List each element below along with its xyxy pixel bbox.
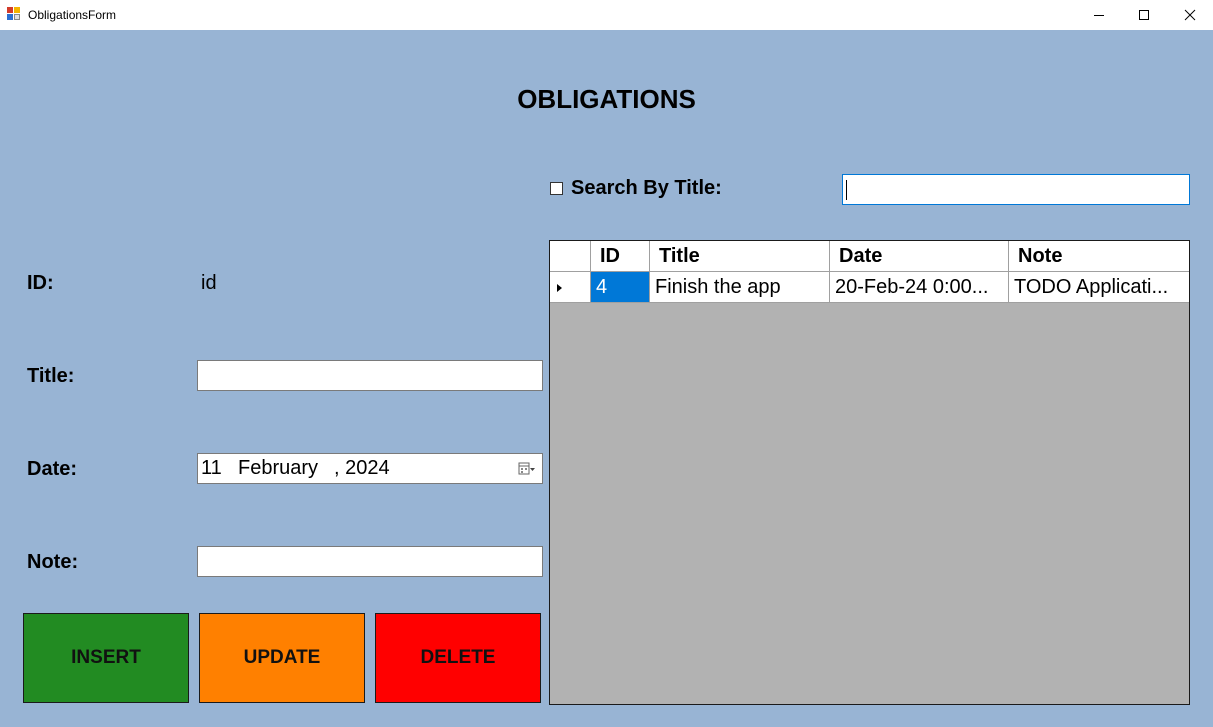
grid-header-row: ID Title Date Note: [550, 241, 1189, 272]
cell-date[interactable]: 20-Feb-24 0:00...: [830, 272, 1009, 303]
date-day[interactable]: 11: [201, 457, 222, 480]
table-row[interactable]: 4 Finish the app 20-Feb-24 0:00... TODO …: [550, 272, 1189, 303]
note-input[interactable]: [197, 546, 543, 577]
column-header-date[interactable]: Date: [830, 241, 1009, 272]
id-label: ID:: [27, 272, 54, 294]
app-icon: [7, 7, 21, 21]
cell-note[interactable]: TODO Applicati...: [1009, 272, 1189, 303]
page-title: OBLIGATIONS: [517, 84, 696, 114]
column-header-note[interactable]: Note: [1009, 241, 1189, 272]
search-by-title-checkbox[interactable]: [550, 182, 563, 195]
window-title: ObligationsForm: [28, 8, 117, 22]
note-label: Note:: [27, 551, 79, 573]
cell-id[interactable]: 4: [591, 272, 650, 303]
date-month[interactable]: February: [238, 457, 318, 480]
minimize-button[interactable]: [1076, 0, 1122, 30]
obligations-grid[interactable]: ID Title Date Note 4 Finish the app 20-F…: [549, 240, 1190, 705]
title-input[interactable]: [197, 360, 543, 391]
id-value: id: [201, 272, 217, 294]
row-header-corner[interactable]: [550, 241, 591, 272]
text-caret: [846, 180, 847, 200]
search-by-title-label: Search By Title:: [571, 177, 722, 199]
maximize-button[interactable]: [1121, 0, 1167, 30]
search-input[interactable]: [842, 174, 1190, 205]
current-row-arrow-icon: [557, 284, 562, 292]
cell-title[interactable]: Finish the app: [650, 272, 830, 303]
update-button[interactable]: UPDATE: [199, 613, 365, 703]
close-icon: [1184, 9, 1196, 21]
date-year[interactable]: , 2024: [334, 457, 390, 480]
date-label: Date:: [27, 458, 78, 480]
date-picker[interactable]: 11 February , 2024: [197, 453, 543, 484]
minimize-icon: [1094, 15, 1104, 16]
column-header-title[interactable]: Title: [650, 241, 830, 272]
calendar-dropdown-icon[interactable]: [518, 462, 536, 476]
close-button[interactable]: [1167, 0, 1213, 30]
row-header[interactable]: [550, 272, 591, 303]
column-header-id[interactable]: ID: [591, 241, 650, 272]
insert-button[interactable]: INSERT: [23, 613, 189, 703]
delete-button[interactable]: DELETE: [375, 613, 541, 703]
window-titlebar: ObligationsForm: [0, 0, 1213, 30]
maximize-icon: [1139, 10, 1149, 20]
title-label: Title:: [27, 365, 75, 387]
